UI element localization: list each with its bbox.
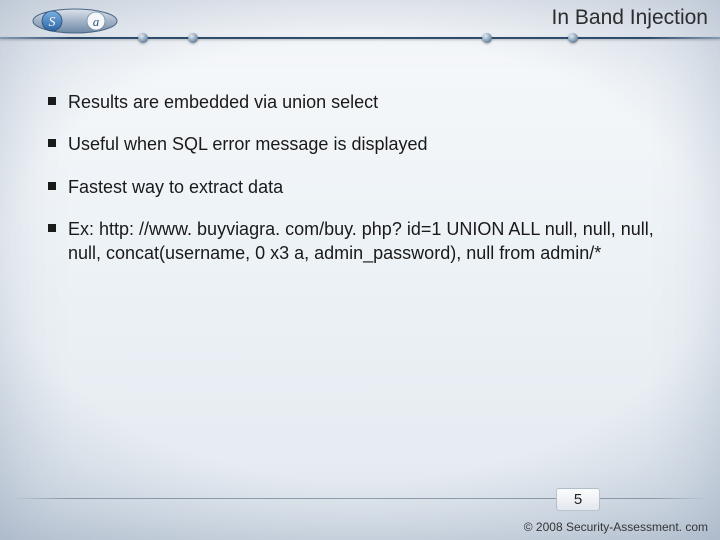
divider-bead-icon (138, 33, 148, 43)
content-area: Results are embedded via union select Us… (46, 90, 674, 283)
divider-bead-icon (568, 33, 578, 43)
divider-bead-icon (188, 33, 198, 43)
page-number: 5 (556, 488, 600, 511)
logo-svg: S a (30, 6, 120, 36)
bullet-item: Ex: http: //www. buyviagra. com/buy. php… (46, 217, 674, 266)
bullet-item: Useful when SQL error message is display… (46, 132, 674, 156)
bullet-list: Results are embedded via union select Us… (46, 90, 674, 265)
slide: S a In Band Injection Results are embedd… (0, 0, 720, 540)
divider-bead-icon (482, 33, 492, 43)
slide-title: In Band Injection (200, 6, 708, 30)
copyright: © 2008 Security-Assessment. com (524, 520, 708, 534)
bullet-item: Results are embedded via union select (46, 90, 674, 114)
footer-bar: 5 (0, 488, 720, 510)
logo-right-letter: a (93, 14, 100, 29)
logo: S a (30, 6, 120, 36)
bullet-item: Fastest way to extract data (46, 175, 674, 199)
logo-left-letter: S (49, 15, 56, 30)
